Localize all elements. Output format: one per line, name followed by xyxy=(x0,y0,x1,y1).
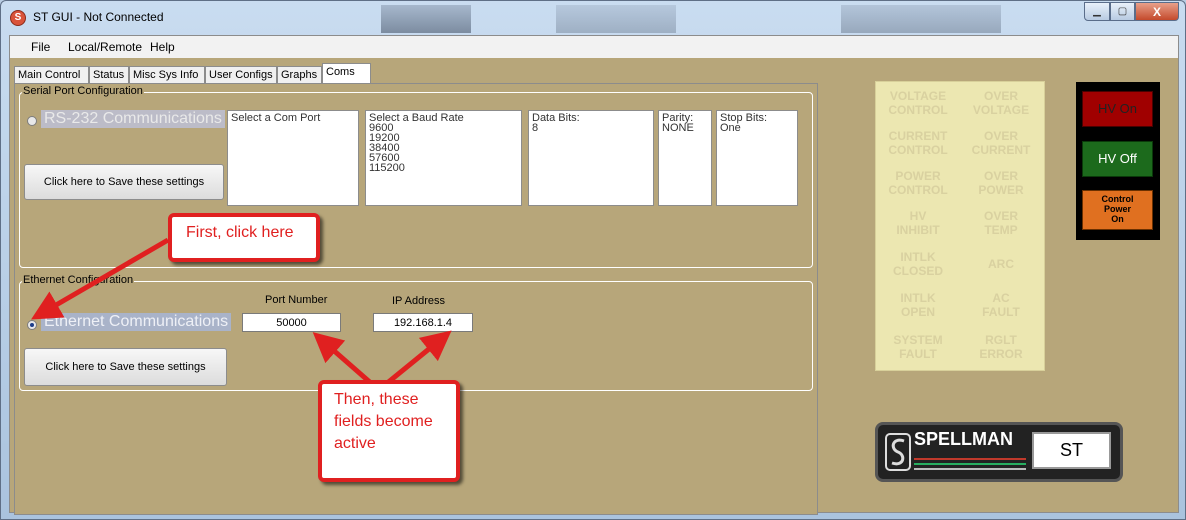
callout-first-click: First, click here xyxy=(168,213,320,262)
arrow-to-port-field xyxy=(312,332,374,386)
arrow-to-ethernet-radio xyxy=(31,237,170,320)
callout-fields-active: Then, these fields become active xyxy=(318,380,460,482)
arrow-to-ip-field xyxy=(384,330,452,386)
